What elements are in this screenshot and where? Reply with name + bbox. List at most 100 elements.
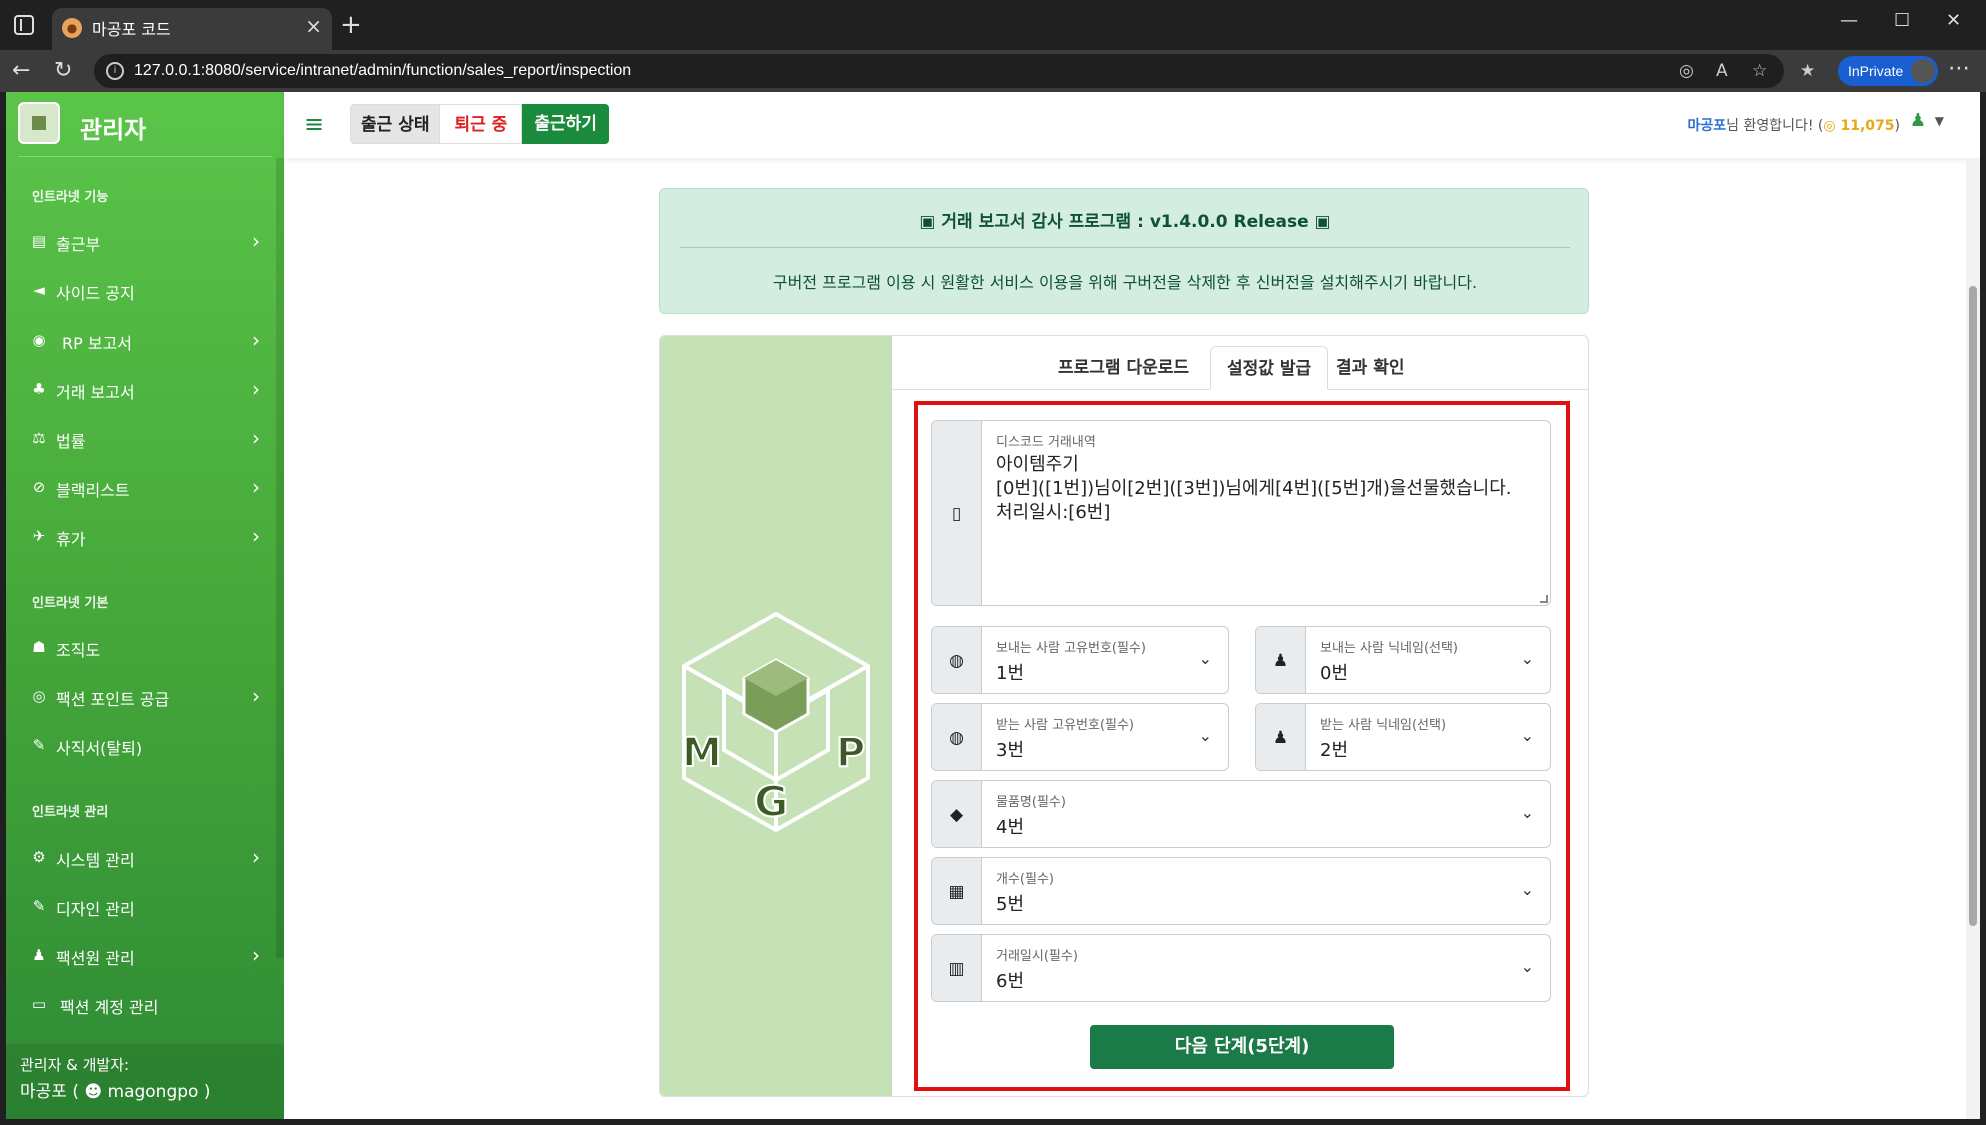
chevron-right-icon: › [252, 684, 260, 708]
tab-actions-icon[interactable] [14, 15, 34, 35]
brand-logo [18, 102, 60, 144]
clock-in-button[interactable]: 출근하기 [522, 104, 609, 144]
welcome-user-name: 마공포 [1687, 118, 1727, 134]
release-alert: ▣ 거래 보고서 감사 프로그램 : v1.4.0.0 Release ▣ 구버… [659, 188, 1589, 314]
favorites-icon[interactable]: ★ [1800, 61, 1815, 81]
logo-letter-m: M [682, 730, 722, 776]
favicon-icon: ● [62, 18, 82, 38]
site-info-icon[interactable]: i [106, 62, 124, 80]
alert-title-text: 거래 보고서 감사 프로그램 : v1.4.0.0 Release [941, 212, 1309, 232]
caret-down-icon[interactable]: ▼ [1935, 114, 1944, 128]
plane-icon: ✈ [32, 527, 46, 545]
url-field[interactable]: i 127.0.0.1:8080/service/intranet/admin/… [94, 54, 1784, 88]
sidebar: 관리자 인트라넷 기능 ▤ 출근부 › ◄ 사이드 공지 ◉ RP 보고서 › … [6, 92, 284, 1119]
sidebar-item-attendance[interactable]: ▤ 출근부 › [30, 226, 260, 260]
sidebar-heading: 인트라넷 기능 [32, 190, 109, 205]
main-scrollbar-thumb[interactable] [1969, 286, 1977, 926]
gear-icon: ⚙ [32, 848, 46, 866]
profile-avatar [1911, 59, 1935, 83]
brush-icon: ✎ [32, 897, 46, 915]
inprivate-button[interactable]: InPrivate [1838, 56, 1938, 86]
sidebar-item-label: 블랙리스트 [56, 481, 130, 500]
browser-tab[interactable]: ● 마공포 코드 × [52, 8, 332, 50]
close-tab-icon[interactable]: × [305, 14, 322, 38]
paren-close: ) [203, 1082, 211, 1102]
sidebar-item-label: 팩션원 관리 [56, 949, 135, 968]
sidebar-item-faction-points[interactable]: ◎ 팩션 포인트 공급 › [30, 681, 260, 715]
sidebar-item-system[interactable]: ⚙ 시스템 관리 › [30, 842, 260, 876]
sidebar-footer: 관리자 & 개발자: 마공포 ( ☻ magongpo ) [6, 1044, 284, 1119]
back-icon[interactable]: ← [12, 58, 30, 83]
chevron-right-icon: › [252, 377, 260, 401]
sidebar-item-design[interactable]: ✎ 디자인 관리 [30, 891, 260, 925]
url-text[interactable]: 127.0.0.1:8080/service/intranet/admin/fu… [134, 62, 631, 80]
money-bag-icon: ♣ [32, 380, 46, 398]
main-scrollbar[interactable] [1966, 158, 1980, 1119]
read-aloud-icon[interactable]: A [1716, 61, 1728, 81]
logo-letter-p: P [836, 730, 865, 776]
footer-credit: 관리자 & 개발자: [20, 1056, 130, 1074]
coin-icon: ◎ [1823, 118, 1841, 134]
developer-name: 마공포 ( [20, 1082, 79, 1102]
monitor-icon: ▣ [919, 212, 942, 232]
card-logo-panel: M G P [660, 336, 892, 1096]
more-menu-icon[interactable]: ⋯ [1948, 56, 1970, 81]
sidebar-item-blacklist[interactable]: ⊘ 블랙리스트 › [30, 472, 260, 506]
megaphone-icon: ◄ [33, 281, 45, 299]
welcome-message: 마공포님 환영합니다! (◎ 11,075) [1688, 115, 1901, 135]
chevron-right-icon: › [252, 524, 260, 548]
chevron-right-icon: › [252, 328, 260, 352]
sidebar-item-accounts[interactable]: ▭ 팩션 계정 관리 [30, 989, 260, 1023]
next-step-button[interactable]: 다음 단계(5단계) [1090, 1025, 1394, 1069]
address-bar: ← ↻ i 127.0.0.1:8080/service/intranet/ad… [0, 50, 1986, 92]
tab-settings-issue[interactable]: 설정값 발급 [1210, 346, 1329, 390]
sidebar-item-vacation[interactable]: ✈ 휴가 › [30, 521, 260, 555]
alert-divider [680, 247, 1570, 248]
sidebar-item-label: 팩션 계정 관리 [60, 998, 159, 1017]
welcome-text: 님 환영합니다! ( [1726, 118, 1824, 134]
favorite-star-icon[interactable]: ☆ [1752, 61, 1767, 81]
mgp-logo: M G P [681, 611, 870, 833]
sidebar-scrollbar[interactable] [276, 158, 284, 958]
browser-tab-bar: ● 마공포 코드 × + — ☐ ✕ [0, 0, 1986, 50]
ban-icon: ⊘ [32, 478, 46, 496]
sidebar-item-resignation[interactable]: ✎ 사직서(탈퇴) [30, 730, 260, 764]
card-tabs: 프로그램 다운로드 설정값 발급 결과 확인 [892, 336, 1588, 390]
chevron-right-icon: › [252, 845, 260, 869]
monitor-icon: ▣ [1308, 212, 1331, 232]
book-icon: ▤ [31, 232, 47, 250]
close-window-icon[interactable]: ✕ [1946, 10, 1961, 31]
brand-name: 관리자 [80, 116, 147, 144]
menu-toggle-icon[interactable]: ≡ [294, 104, 334, 144]
sidebar-item-label: 휴가 [56, 530, 86, 549]
minimize-icon[interactable]: — [1840, 10, 1858, 31]
refresh-icon[interactable]: ↻ [54, 58, 72, 83]
discord-handle[interactable]: magongpo [108, 1082, 199, 1102]
sidebar-item-members[interactable]: ♟ 팩션원 관리 › [30, 940, 260, 974]
sidebar-heading: 인트라넷 기본 [32, 596, 109, 611]
alert-title: ▣ 거래 보고서 감사 프로그램 : v1.4.0.0 Release ▣ [660, 207, 1590, 232]
inprivate-label: InPrivate [1848, 63, 1904, 79]
sidebar-item-law[interactable]: ⚖ 법률 › [30, 423, 260, 457]
attendance-status-group: 출근 상태 퇴근 중 출근하기 [350, 104, 609, 144]
tab-title: 마공포 코드 [92, 20, 171, 39]
sidebar-divider [18, 156, 272, 157]
chevron-right-icon: › [252, 475, 260, 499]
sidebar-item-label: RP 보고서 [62, 334, 133, 353]
maximize-icon[interactable]: ☐ [1894, 10, 1910, 31]
user-icon[interactable]: ♟ [1910, 110, 1926, 131]
attendance-status-value: 퇴근 중 [440, 104, 523, 144]
sidebar-item-rp-report[interactable]: ◉ RP 보고서 › [30, 325, 260, 359]
gamepad-icon: ◉ [32, 331, 46, 349]
tracking-icon[interactable]: ◎ [1679, 61, 1694, 81]
sidebar-item-trade-report[interactable]: ♣ 거래 보고서 › [30, 374, 260, 408]
footer-developer: 마공포 ( ☻ magongpo ) [20, 1077, 211, 1102]
coins-icon: ◎ [32, 687, 46, 705]
sidebar-item-label: 출근부 [56, 235, 101, 254]
sidebar-item-org-chart[interactable]: ☗ 조직도 [30, 632, 260, 666]
tab-program-download[interactable]: 프로그램 다운로드 [1042, 346, 1205, 390]
sidebar-item-side-notice[interactable]: ◄ 사이드 공지 [30, 275, 260, 309]
new-tab-icon[interactable]: + [340, 10, 362, 40]
tab-result-check[interactable]: 결과 확인 [1320, 346, 1420, 390]
chevron-right-icon: › [252, 426, 260, 450]
